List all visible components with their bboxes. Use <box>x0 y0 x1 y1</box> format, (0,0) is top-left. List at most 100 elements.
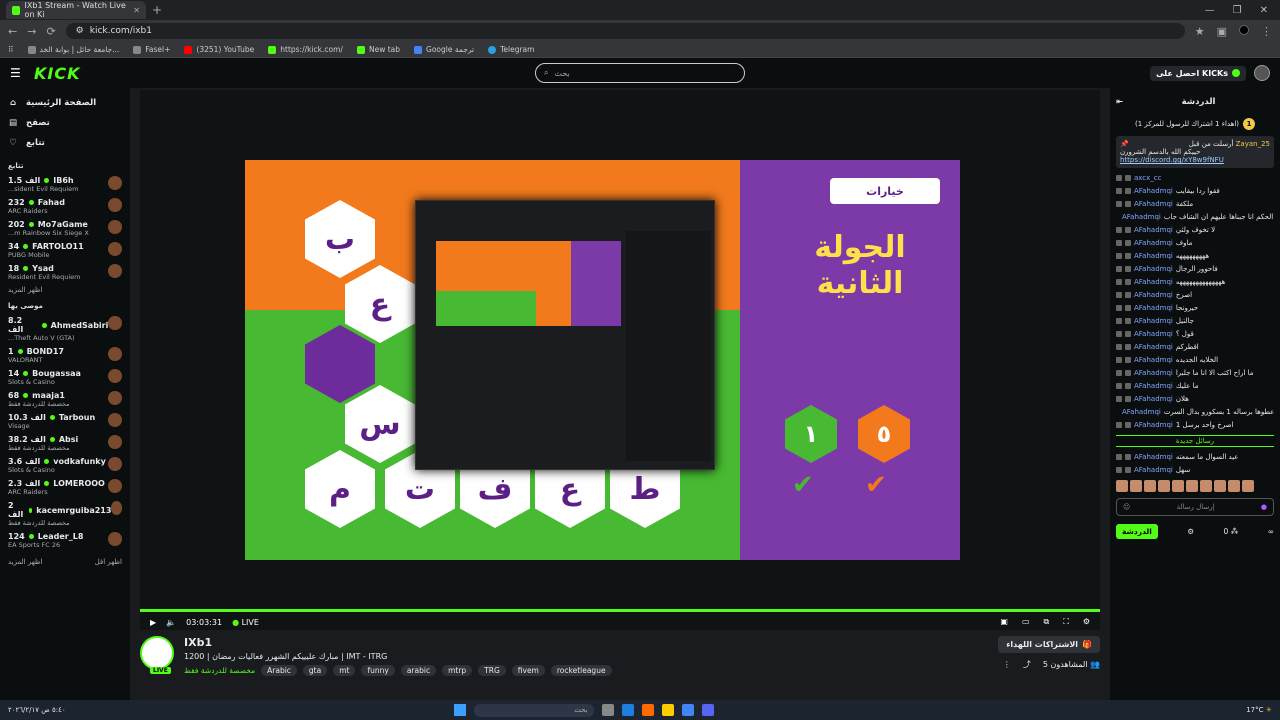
volume-icon[interactable]: 🔈 <box>166 618 176 627</box>
profile-avatar[interactable] <box>1239 24 1249 35</box>
windows-start-icon[interactable] <box>453 704 466 716</box>
share-icon[interactable]: ⤴ <box>1023 659 1031 670</box>
brave-icon[interactable] <box>641 704 654 716</box>
fullscreen-icon[interactable]: ⛶ <box>1063 617 1069 627</box>
new-messages-divider[interactable]: رسائل جديدة <box>1116 435 1274 447</box>
gift-subs-button[interactable]: الاشتراكات اللهداء 🎁 <box>998 636 1100 653</box>
taskbar-clock[interactable]: ٥:٤٠ ص ٢٠٢٦/٢/١٧ <box>8 706 66 714</box>
browser-tab[interactable]: IXb1 Stream - Watch Live on Ki ✕ <box>6 1 146 19</box>
chat-username[interactable]: AFahadmqi <box>1134 466 1173 474</box>
category-link[interactable]: مخصصة للدردشة فقط <box>184 666 255 675</box>
channel-item[interactable]: 2.3 الف LOMEROOO ARC Raiders <box>8 479 122 496</box>
channel-item[interactable]: 10.3 الف Tarboun Visage <box>8 413 122 430</box>
chat-settings-icon[interactable]: ⚙ <box>1187 527 1194 536</box>
url-field[interactable]: ⚙ kick.com/ixb1 <box>65 23 1185 39</box>
new-tab-icon[interactable]: + <box>152 3 162 17</box>
emote[interactable] <box>1228 480 1240 492</box>
emote[interactable] <box>1242 480 1254 492</box>
sidebar-item-home[interactable]: ⌂ الصفحة الرئيسية <box>8 98 122 108</box>
chat-username[interactable]: AFahadmqi <box>1134 200 1173 208</box>
channel-item[interactable]: 2 الف kacemrguiba213 مخصصة للدردشة فقط <box>8 501 122 527</box>
channel-item[interactable]: 14 Bougassaa Slots & Casino <box>8 369 122 386</box>
emote[interactable] <box>1172 480 1184 492</box>
bookmark-star-icon[interactable]: ★ <box>1195 25 1205 38</box>
channel-item[interactable]: 1 BOND17 VALORANT <box>8 347 122 364</box>
theater-icon[interactable]: ▭ <box>1022 617 1030 627</box>
steam-icon[interactable] <box>621 704 634 716</box>
channel-item[interactable]: 68 maaja1 مخصصة للدردشة فقط <box>8 391 122 408</box>
chat-username[interactable]: AFahadmqi <box>1134 291 1173 299</box>
chat-username[interactable]: AFahadmqi <box>1134 265 1173 273</box>
chat-username[interactable]: AFahadmqi <box>1134 278 1173 286</box>
tag[interactable]: fivem <box>511 665 545 676</box>
emote[interactable] <box>1144 480 1156 492</box>
task-view-icon[interactable] <box>601 704 614 716</box>
points-wrap[interactable]: 0 ⁂ <box>1224 527 1239 536</box>
chat-send-button[interactable]: الدردشة <box>1116 524 1158 539</box>
chat-username[interactable]: AFahadmqi <box>1134 369 1173 377</box>
hamburger-menu-icon[interactable]: ☰ <box>10 66 24 80</box>
chat-username[interactable]: AFahadmqi <box>1134 330 1173 338</box>
kick-logo[interactable]: KICK <box>34 64 81 83</box>
chat-username[interactable]: AFahadmqi <box>1134 187 1173 195</box>
reload-icon[interactable]: ⟳ <box>46 25 55 38</box>
folder-icon[interactable] <box>661 704 674 716</box>
collapse-chat-icon[interactable]: ⇤ <box>1116 97 1123 107</box>
emote[interactable] <box>1116 480 1128 492</box>
bookmark-item[interactable]: New tab <box>356 45 400 54</box>
get-kicks-button[interactable]: احصل على KICKs <box>1150 65 1246 81</box>
video-player[interactable]: خيارات الجولة الثانية ١ ٥ ✔ ✔ ب ع س م ت … <box>140 90 1100 630</box>
taskbar-search[interactable]: بحث <box>473 703 594 717</box>
maximize-icon[interactable]: ❐ <box>1233 5 1242 16</box>
tag[interactable]: mtrp <box>442 665 473 676</box>
chrome-icon[interactable] <box>681 704 694 716</box>
bookmark-item[interactable]: (3251) YouTube <box>184 45 254 54</box>
search-input[interactable]: ⌕ بحث <box>535 63 745 83</box>
chat-username[interactable]: AFahadmqi <box>1134 239 1173 247</box>
channel-item[interactable]: 8.2 الف AhmedSabiri ...Theft Auto V (GTA) <box>8 316 122 342</box>
channel-item[interactable]: 34 FARTOLO11 PUBG Mobile <box>8 242 122 259</box>
emote[interactable] <box>1200 480 1212 492</box>
back-icon[interactable]: ← <box>8 25 17 38</box>
chat-username[interactable]: AFahadmqi <box>1134 395 1173 403</box>
tag[interactable]: Arabic <box>261 665 297 676</box>
channel-item[interactable]: 3.6 الف vodkafunky Slots & Casino <box>8 457 122 474</box>
user-avatar[interactable] <box>1254 65 1270 81</box>
sidebar-item-following[interactable]: ♡ تتابع <box>8 138 122 148</box>
menu-icon[interactable]: ⋮ <box>1261 25 1272 38</box>
chat-username[interactable]: AFahadmqi <box>1134 304 1173 312</box>
emote[interactable] <box>1158 480 1170 492</box>
chat-username[interactable]: AFahadmqi <box>1134 252 1173 260</box>
discord-icon[interactable] <box>701 704 714 716</box>
forward-icon[interactable]: → <box>27 25 36 38</box>
chat-username[interactable]: AFahadmqi <box>1122 408 1161 416</box>
show-more-link[interactable]: اظهر المزيد <box>8 286 122 294</box>
clip-icon[interactable]: ▣ <box>1000 617 1008 627</box>
channel-item[interactable]: 1.5 الف IB6h ...sident Evil Requiem <box>8 176 122 193</box>
settings-gear-icon[interactable]: ⚙ <box>1083 617 1090 627</box>
tag[interactable]: funny <box>361 665 395 676</box>
channel-item[interactable]: 38.2 الف Absi مخصصة للدردشة فقط <box>8 435 122 452</box>
pip-icon[interactable]: ⧉ <box>1044 617 1050 627</box>
emote[interactable] <box>1186 480 1198 492</box>
apps-icon[interactable]: ⠿ <box>8 45 14 54</box>
chat-username[interactable]: AFahadmqi <box>1134 421 1173 429</box>
tag[interactable]: TRG <box>478 665 506 676</box>
weather-widget[interactable]: 17°C ☀ <box>1246 706 1272 714</box>
close-tab-icon[interactable]: ✕ <box>133 6 140 15</box>
close-window-icon[interactable]: ✕ <box>1260 5 1268 16</box>
more-options-icon[interactable]: ⋮ <box>1003 660 1011 669</box>
emoji-icon[interactable]: ☺ <box>1123 503 1130 511</box>
channel-item[interactable]: 124 Leader_L8 EA Sports FC 26 <box>8 532 122 549</box>
chat-username[interactable]: AFahadmqi <box>1134 382 1173 390</box>
chat-username[interactable]: axcx_cc <box>1134 174 1162 182</box>
channel-item[interactable]: 18 Ysad Resident Evil Requiem <box>8 264 122 281</box>
minimize-icon[interactable]: — <box>1205 5 1215 16</box>
chat-username[interactable]: AFahadmqi <box>1134 453 1173 461</box>
chat-username[interactable]: AFahadmqi <box>1134 317 1173 325</box>
tag[interactable]: arabic <box>400 665 437 676</box>
pinned-link[interactable]: https://discord.gg/xY8w9fNFU <box>1120 156 1270 164</box>
emote[interactable] <box>1130 480 1142 492</box>
chat-input[interactable]: ☺ إرسال رسالة ● <box>1116 498 1274 516</box>
site-info-icon[interactable]: ⚙ <box>76 26 84 36</box>
